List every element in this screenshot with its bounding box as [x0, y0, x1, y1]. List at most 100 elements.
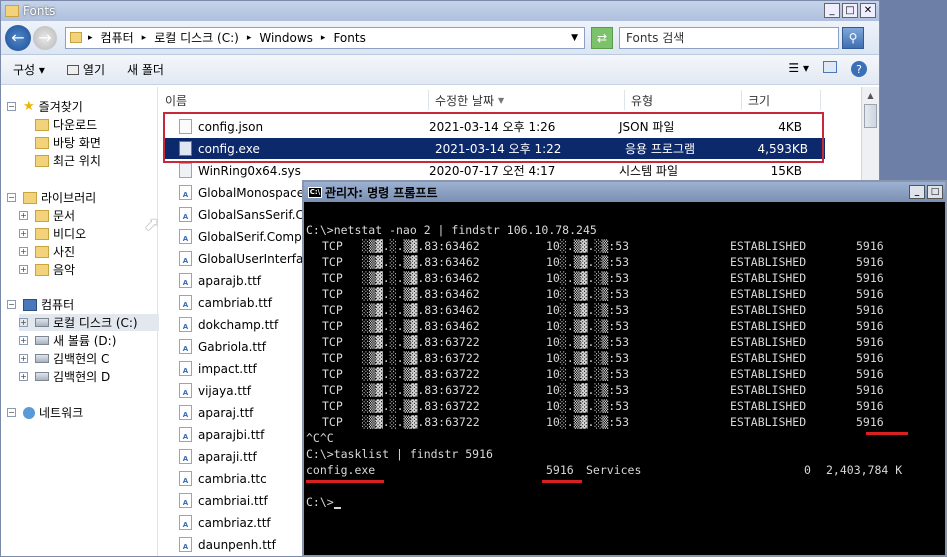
conn-state: ESTABLISHED: [730, 367, 807, 381]
font-icon: A: [179, 317, 192, 332]
tcp-proto: TCP: [322, 287, 343, 301]
remote-address: 10░.▒▓.░▒:53: [546, 239, 630, 253]
column-type[interactable]: 유형: [625, 90, 742, 110]
font-icon: A: [179, 449, 192, 464]
conn-state: ESTABLISHED: [730, 399, 807, 413]
close-button[interactable]: ✕: [860, 3, 876, 18]
nav-item[interactable]: + 김백현의 C: [19, 350, 109, 367]
expand-toggle-icon[interactable]: +: [19, 247, 28, 256]
chevron-right-icon: ▸: [320, 32, 326, 43]
file-row[interactable]: config.exe 2021-03-14 오후 1:22 응용 프로그램 4,593…: [165, 138, 825, 159]
file-name: daunpenh.ttf: [198, 537, 276, 552]
cmd-line: TCP ░▒▓.░.▒▓.83:63462 10░.▒▓.░▒:53 ESTABLIS…: [306, 238, 946, 254]
nav-item[interactable]: + 음악: [19, 261, 75, 278]
search-input[interactable]: Fonts 검색 ⚲: [619, 26, 864, 49]
local-address: ░▒▓.░.▒▓.83:63462: [362, 271, 480, 285]
cmd-minimize-button[interactable]: _: [909, 185, 925, 199]
forward-button[interactable]: →: [33, 25, 57, 50]
local-address: ░▒▓.░.▒▓.83:63462: [362, 303, 480, 317]
file-name: Gabriola.ttf: [198, 339, 267, 354]
expand-toggle-icon[interactable]: +: [19, 265, 28, 274]
cmd-window[interactable]: C:\ 관리자: 명령 프롬프트 _ □ C:\>netstat -nao 2 …: [302, 180, 947, 557]
font-icon: A: [179, 185, 192, 200]
local-address: ░▒▓.░.▒▓.83:63722: [362, 383, 480, 397]
scroll-up-icon[interactable]: ▲: [862, 87, 879, 104]
file-row[interactable]: config.json 2021-03-14 오후 1:26 JSON 파일 4KB: [159, 116, 859, 137]
cmd-command: C:\>netstat -nao 2 | findstr 106.10.78.2…: [306, 223, 597, 237]
nav-item[interactable]: + 로컬 디스크 (C:): [19, 314, 169, 331]
expand-toggle-icon[interactable]: +: [19, 211, 28, 220]
breadcrumb-computer[interactable]: 컴퓨터: [101, 29, 134, 46]
expand-toggle-icon[interactable]: +: [19, 318, 28, 327]
nav-item-label: 컴퓨터: [41, 298, 75, 312]
search-icon[interactable]: ⚲: [842, 26, 864, 49]
help-icon[interactable]: ?: [851, 61, 867, 77]
nav-item[interactable]: − 네트워크: [7, 404, 83, 421]
file-row[interactable]: WinRing0x64.sys 2020-07-17 오전 4:17 시스템 파일 1…: [159, 160, 859, 181]
nav-item[interactable]: 다운로드: [19, 116, 97, 133]
nav-item[interactable]: 최근 위치: [19, 152, 101, 169]
breadcrumb-fonts[interactable]: Fonts: [333, 31, 365, 45]
refresh-button[interactable]: ⇄: [591, 26, 613, 49]
nav-item[interactable]: + 김백현의 D: [19, 368, 110, 385]
column-name[interactable]: 이름: [159, 90, 429, 110]
cmd-prompt: C:\>: [306, 495, 334, 509]
nav-item[interactable]: + 새 볼륨 (D:): [19, 332, 116, 349]
cmd-maximize-button[interactable]: □: [927, 185, 943, 199]
preview-pane-icon[interactable]: [823, 61, 837, 73]
open-label: 열기: [82, 63, 106, 77]
nav-item[interactable]: − ★ 즐겨찾기: [7, 98, 83, 115]
back-button[interactable]: ←: [5, 24, 31, 51]
breadcrumb-local-disk[interactable]: 로컬 디스크 (C:): [154, 29, 239, 46]
breadcrumb-windows[interactable]: Windows: [259, 31, 313, 45]
open-button[interactable]: 열기: [66, 61, 106, 78]
expand-toggle-icon[interactable]: +: [19, 354, 28, 363]
maximize-button[interactable]: □: [842, 3, 858, 18]
nav-item-label: 바탕 화면: [53, 136, 101, 150]
pc-icon: [23, 298, 37, 311]
expand-toggle-icon[interactable]: +: [19, 372, 28, 381]
organize-button[interactable]: 구성 ▾: [13, 61, 45, 78]
expand-toggle-icon[interactable]: −: [7, 193, 16, 202]
nav-item[interactable]: − 라이브러리: [7, 189, 96, 206]
conn-pid: 5916: [856, 287, 884, 301]
nav-item-label: 최근 위치: [53, 154, 101, 168]
nav-item-label: 음악: [53, 263, 76, 277]
conn-state: ESTABLISHED: [730, 287, 807, 301]
nav-item[interactable]: 바탕 화면: [19, 134, 101, 151]
conn-state: ESTABLISHED: [730, 239, 807, 253]
drive-icon: [35, 372, 49, 381]
new-folder-button[interactable]: 새 폴더: [127, 61, 164, 78]
nav-item[interactable]: − 컴퓨터: [7, 296, 74, 313]
column-size[interactable]: 크기: [742, 90, 821, 110]
expand-toggle-icon[interactable]: −: [7, 300, 16, 309]
scroll-thumb[interactable]: [864, 104, 877, 128]
cmd-line: TCP ░▒▓.░.▒▓.83:63722 10░.▒▓.░▒:53 ESTABLIS…: [306, 398, 946, 414]
folder-icon: [5, 5, 19, 17]
nav-item[interactable]: + 사진: [19, 243, 75, 260]
conn-pid: 5916: [856, 351, 884, 365]
address-toolbar: ← → ▸ 컴퓨터 ▸ 로컬 디스크 (C:) ▸ Windows ▸ Font…: [1, 21, 879, 55]
explorer-titlebar[interactable]: Fonts _ □ ✕: [1, 1, 879, 21]
cmd-interrupt: ^C^C: [306, 431, 334, 445]
local-address: ░▒▓.░.▒▓.83:63462: [362, 239, 480, 253]
tcp-proto: TCP: [322, 255, 343, 269]
cmd-line: TCP ░▒▓.░.▒▓.83:63722 10░.▒▓.░▒:53 ESTABLIS…: [306, 382, 946, 398]
folder-icon: [35, 209, 49, 222]
expand-toggle-icon[interactable]: −: [7, 408, 16, 417]
local-address: ░▒▓.░.▒▓.83:63722: [362, 351, 480, 365]
expand-toggle-icon[interactable]: +: [19, 336, 28, 345]
refresh-icon: ⇄: [596, 30, 608, 45]
expand-toggle-icon[interactable]: −: [7, 102, 16, 111]
dropdown-arrow-icon[interactable]: ▼: [571, 33, 578, 43]
cmd-prompt-line[interactable]: C:\>: [306, 494, 946, 510]
nav-item[interactable]: + 문서: [19, 207, 75, 224]
cmd-titlebar[interactable]: C:\ 관리자: 명령 프롬프트 _ □: [304, 182, 945, 202]
column-date[interactable]: 수정한 날짜 ▼: [429, 90, 625, 110]
drive-icon: [35, 336, 49, 345]
minimize-button[interactable]: _: [824, 3, 840, 18]
expand-toggle-icon[interactable]: +: [19, 229, 28, 238]
address-bar[interactable]: ▸ 컴퓨터 ▸ 로컬 디스크 (C:) ▸ Windows ▸ Fonts ▼: [65, 26, 585, 49]
nav-item[interactable]: + 비디오: [19, 225, 86, 242]
view-options-icon[interactable]: ☰ ▾: [788, 61, 809, 77]
